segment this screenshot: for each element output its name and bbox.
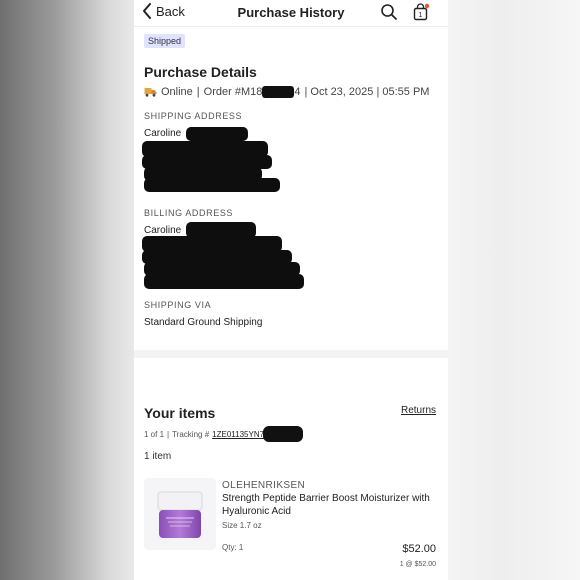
shipping-via-label: SHIPPING VIA: [144, 300, 212, 310]
order-number-suffix: 4: [294, 86, 301, 98]
package-count: 1 of 1: [144, 429, 165, 439]
back-button[interactable]: Back: [142, 3, 185, 19]
product-quantity: Qty: 1: [222, 543, 244, 552]
returns-link[interactable]: Returns: [401, 405, 436, 416]
product-price: $52.00: [402, 543, 436, 555]
product-name-link[interactable]: Strength Peptide Barrier Boost Moisturiz…: [222, 492, 436, 518]
order-info-line: Online | Order #M18 4 | Oct 23, 2025 | 05…: [144, 86, 429, 98]
redaction: [144, 178, 280, 192]
shipping-via-value: Standard Ground Shipping: [144, 317, 263, 328]
search-icon[interactable]: [380, 3, 398, 21]
redaction: [186, 127, 248, 141]
tracking-line: 1 of 1 | Tracking # 1ZE01135YN7: [144, 426, 304, 442]
section-divider: [134, 350, 448, 358]
svg-text:1: 1: [419, 12, 423, 19]
shipping-address-label: SHIPPING ADDRESS: [144, 111, 243, 121]
billing-address-name: Caroline: [144, 225, 182, 236]
delivery-truck-icon: [144, 88, 157, 97]
tracking-label: Tracking #: [172, 429, 210, 439]
top-bar: Back Purchase History 1: [134, 0, 448, 27]
product-size: Size 1.7 oz: [222, 521, 262, 530]
product-thumbnail[interactable]: [144, 478, 216, 550]
back-label: Back: [156, 3, 185, 19]
product-brand: OLEHENRIKSEN: [222, 480, 306, 491]
background-right: [448, 0, 580, 580]
chevron-left-icon: [143, 3, 151, 19]
billing-address-label: BILLING ADDRESS: [144, 208, 234, 218]
product-unit-price: 1 @ $52.00: [399, 561, 436, 568]
your-items-title: Your items: [144, 405, 216, 421]
shipping-address-name: Caroline: [144, 128, 182, 139]
purchase-details-title: Purchase Details: [144, 64, 257, 80]
background-left: [0, 0, 134, 580]
tracking-separator: |: [167, 429, 170, 439]
order-channel: Online: [161, 86, 193, 98]
redaction: [262, 86, 295, 98]
moisturizer-jar-image: [157, 491, 203, 538]
order-date-time: | Oct 23, 2025 | 05:55 PM: [304, 86, 430, 98]
order-number-prefix: Order #M18: [203, 86, 263, 98]
redaction: [144, 274, 304, 289]
tracking-number-link[interactable]: 1ZE01135YN7: [212, 430, 264, 439]
order-separator: |: [196, 86, 200, 98]
app-screen: Back Purchase History 1 Shipped Purchase…: [134, 0, 448, 580]
redaction: [263, 426, 304, 442]
item-count: 1 item: [144, 451, 172, 462]
shopping-bag-icon[interactable]: 1: [412, 3, 430, 21]
status-badge: Shipped: [144, 34, 186, 48]
